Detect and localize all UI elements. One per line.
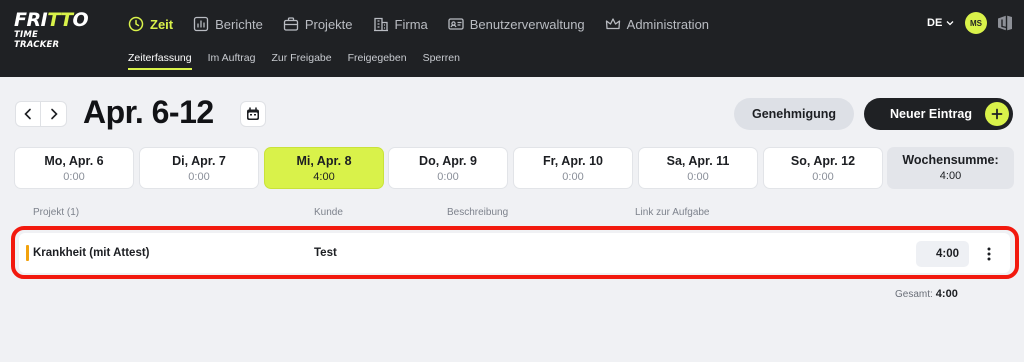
total: Gesamt: 4:00 [895, 288, 958, 300]
nav-item-projekte[interactable]: Projekte [283, 16, 353, 32]
nav-item-berichte[interactable]: Berichte [193, 16, 263, 32]
chevron-right-icon [50, 108, 58, 120]
nav-item-benutzerverwaltung[interactable]: Benutzerverwaltung [448, 16, 585, 32]
more-options-button[interactable] [977, 241, 1001, 267]
language-select[interactable]: DE [927, 17, 954, 29]
briefcase-icon [283, 16, 299, 32]
row-customer: Test [314, 247, 337, 259]
day-card-sat[interactable]: Sa, Apr. 11 0:00 [638, 147, 758, 189]
column-header-link: Link zur Aufgabe [635, 207, 710, 218]
nav-item-administration[interactable]: Administration [605, 16, 709, 32]
page-title: Apr. 6-12 [83, 94, 214, 130]
day-card-fri[interactable]: Fr, Apr. 10 0:00 [513, 147, 633, 189]
main-nav: Zeit Berichte Projekte Firma Benutzerver… [128, 13, 729, 35]
day-selector: Mo, Apr. 6 0:00 Di, Apr. 7 0:00 Mi, Apr.… [14, 147, 1014, 189]
previous-week-button[interactable] [15, 101, 41, 127]
calendar-button[interactable] [240, 101, 266, 127]
chevron-down-icon [946, 20, 954, 26]
column-header-description: Beschreibung [447, 207, 509, 218]
column-header-project: Projekt (1) [33, 207, 80, 218]
chevron-left-icon [24, 108, 32, 120]
building-icon [373, 16, 389, 32]
tab-sperren[interactable]: Sperren [423, 52, 460, 70]
row-duration[interactable]: 4:00 [916, 241, 969, 267]
chart-icon [193, 16, 209, 32]
tab-freigegeben[interactable]: Freigegeben [348, 52, 407, 70]
office-icon[interactable] [997, 14, 1013, 32]
tab-im-auftrag[interactable]: Im Auftrag [208, 52, 256, 70]
day-card-tue[interactable]: Di, Apr. 7 0:00 [139, 147, 259, 189]
day-card-mon[interactable]: Mo, Apr. 6 0:00 [14, 147, 134, 189]
crown-icon [605, 16, 621, 32]
tab-zeiterfassung[interactable]: Zeiterfassung [128, 52, 192, 70]
sub-nav: Zeiterfassung Im Auftrag Zur Freigabe Fr… [128, 52, 476, 70]
calendar-icon [246, 107, 260, 121]
avatar[interactable]: MS [965, 12, 987, 34]
row-project: Krankheit (mit Attest) [33, 247, 150, 259]
column-header-customer: Kunde [314, 207, 343, 218]
top-bar: FRITTO TIME TRACKER Zeit Berichte Projek… [0, 0, 1024, 77]
project-color-bar [26, 245, 29, 261]
clock-icon [128, 16, 144, 32]
id-card-icon [448, 16, 464, 32]
table-row[interactable]: Krankheit (mit Attest) Test 4:00 [19, 233, 1010, 273]
next-week-button[interactable] [41, 101, 67, 127]
approve-button[interactable]: Genehmigung [734, 98, 854, 130]
logo[interactable]: FRITTO TIME TRACKER [14, 10, 89, 50]
plus-icon [985, 102, 1009, 126]
more-vertical-icon [987, 247, 991, 261]
week-sum: Wochensumme: 4:00 [887, 147, 1014, 189]
day-card-thu[interactable]: Do, Apr. 9 0:00 [388, 147, 508, 189]
day-card-sun[interactable]: So, Apr. 12 0:00 [763, 147, 883, 189]
nav-item-firma[interactable]: Firma [373, 16, 428, 32]
tab-zur-freigabe[interactable]: Zur Freigabe [271, 52, 331, 70]
day-card-wed[interactable]: Mi, Apr. 8 4:00 [264, 147, 384, 189]
nav-item-zeit[interactable]: Zeit [128, 16, 173, 32]
new-entry-button[interactable]: Neuer Eintrag [864, 98, 1013, 130]
